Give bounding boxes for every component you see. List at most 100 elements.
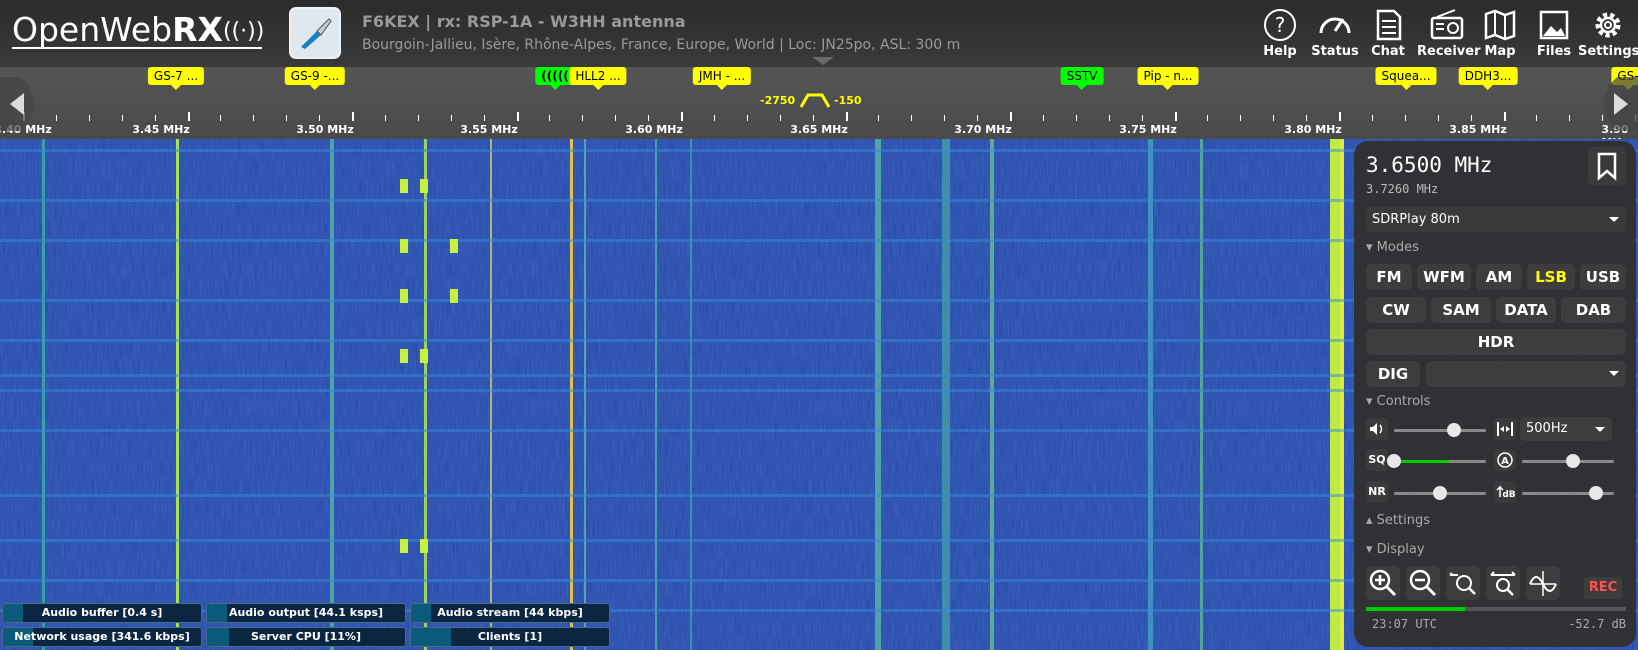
signal-level-db: -52.7 dB — [1568, 617, 1626, 631]
settings-section-header[interactable]: ▴ Settings — [1366, 513, 1430, 528]
gauge-icon — [1319, 17, 1351, 34]
zoom-fit-button[interactable] — [1446, 566, 1480, 600]
volume-knob[interactable] — [1446, 423, 1461, 437]
squelch-knob[interactable] — [1387, 454, 1401, 468]
scale-tick — [286, 115, 288, 121]
bookmark-gs7[interactable]: GS-7 ... — [147, 67, 205, 90]
scale-tick — [1503, 112, 1506, 121]
signal-streak — [942, 139, 950, 650]
agc-button[interactable]: A — [1494, 449, 1516, 471]
display-section-header[interactable]: ▾ Display — [1366, 542, 1425, 557]
bookmark-gs9[interactable]: GS-9 -... — [284, 67, 346, 90]
nav-map-button[interactable]: Map — [1470, 4, 1530, 64]
gain-knob[interactable] — [1588, 486, 1603, 500]
mode-fm-button[interactable]: FM — [1366, 264, 1412, 290]
agc-knob[interactable] — [1565, 454, 1580, 468]
freq-label: 3.75 MHz — [1119, 123, 1177, 136]
bookmark-pip[interactable]: Pip - n... — [1137, 67, 1199, 90]
bandwidth-icon-button[interactable] — [1494, 418, 1516, 440]
add-bookmark-button[interactable] — [1588, 147, 1626, 185]
zoom-in-button[interactable] — [1366, 566, 1400, 600]
scale-tick — [648, 115, 650, 121]
signal-meter — [1366, 607, 1626, 611]
mode-cw-button[interactable]: CW — [1366, 297, 1426, 323]
nav-settings-label: Settings — [1578, 44, 1638, 59]
mode-usb-button[interactable]: USB — [1580, 264, 1626, 290]
noise-reduction-button[interactable]: NR — [1366, 481, 1388, 503]
volume-slider[interactable] — [1394, 423, 1486, 437]
scale-tick — [1042, 115, 1044, 121]
modes-section-header[interactable]: ▾ Modes — [1366, 240, 1419, 255]
signal-level — [1366, 607, 1465, 611]
receiver-description: Bourgoin-Jallieu, Isère, Rhône-Alpes, Fr… — [362, 37, 961, 53]
audio-output-label: Audio output [44.1 ksps] — [228, 606, 384, 619]
scale-tick — [944, 115, 946, 121]
filter-width-select[interactable]: 500Hz — [1520, 417, 1612, 441]
mode-sam-button[interactable]: SAM — [1431, 297, 1491, 323]
bookmark-sstv[interactable]: SSTV — [1060, 67, 1104, 90]
controls-section-header[interactable]: ▾ Controls — [1366, 394, 1430, 409]
scroll-left-icon[interactable] — [0, 77, 40, 131]
bookmark-squeaky[interactable]: Squea... — [1375, 67, 1437, 90]
logo-underline — [12, 47, 262, 49]
nav-files-button[interactable]: Files — [1524, 4, 1584, 64]
nav-chat-button[interactable]: Chat — [1358, 4, 1418, 64]
nav-map-label: Map — [1484, 44, 1516, 59]
nav-settings-button[interactable]: Settings — [1578, 4, 1638, 64]
mute-button[interactable] — [1366, 418, 1388, 440]
scale-tick — [1536, 115, 1538, 121]
mode-hdr-button[interactable]: HDR — [1366, 329, 1626, 355]
signal-burst — [450, 239, 458, 253]
profile-select[interactable]: SDRPlay 80m — [1366, 207, 1626, 232]
mode-lsb-button[interactable]: LSB — [1527, 264, 1575, 290]
freq-label: 3.45 MHz — [132, 123, 190, 136]
freq-label: 3.60 MHz — [625, 123, 683, 136]
mode-dig-button[interactable]: DIG — [1366, 361, 1420, 387]
squelch-auto-button[interactable]: SQ — [1366, 449, 1388, 471]
signal-streak — [570, 139, 573, 650]
scale-tick — [516, 112, 519, 121]
nav-help-button[interactable]: ? Help — [1250, 4, 1310, 64]
record-button[interactable]: REC — [1584, 577, 1622, 599]
mode-am-button[interactable]: AM — [1476, 264, 1522, 290]
logo-text-light: OpenWeb — [12, 10, 173, 49]
mode-wfm-button[interactable]: WFM — [1417, 264, 1471, 290]
digital-mode-select[interactable] — [1426, 361, 1626, 387]
agc-slider[interactable] — [1522, 454, 1614, 468]
audio-buffer-label: Audio buffer [0.4 s] — [41, 606, 163, 619]
utc-clock: 23:07 UTC — [1372, 617, 1438, 631]
scroll-right-icon[interactable] — [1598, 77, 1638, 131]
bandwidth-icon — [1497, 422, 1513, 436]
signal-streak — [176, 139, 179, 650]
spectrum-toggle-button[interactable] — [1526, 566, 1560, 600]
mode-data-button[interactable]: DATA — [1496, 297, 1556, 323]
filter-width-value: 500Hz — [1526, 421, 1568, 436]
zoom-reset-button[interactable] — [1486, 566, 1520, 600]
passband-marker[interactable] — [800, 92, 830, 108]
noise-reduction-knob[interactable] — [1433, 486, 1447, 500]
collapse-header-icon[interactable] — [812, 57, 834, 65]
help-icon: ? — [1264, 9, 1296, 41]
signal-streak — [690, 139, 692, 650]
gain-button[interactable]: dB — [1494, 481, 1516, 503]
mode-dab-button[interactable]: DAB — [1561, 297, 1626, 323]
audio-output-meter: Audio output [44.1 ksps] — [206, 603, 406, 623]
openwebrx-logo[interactable]: OpenWebRX((·)) — [12, 10, 264, 49]
bookmark-hll2[interactable]: HLL2 ... — [569, 67, 627, 90]
scale-tick — [1306, 115, 1308, 121]
bookmark-ddh3[interactable]: DDH3... — [1458, 67, 1518, 90]
nav-status-button[interactable]: Status — [1305, 4, 1365, 64]
bookmark-jmh[interactable]: JMH - ... — [692, 67, 752, 90]
gain-slider[interactable] — [1522, 486, 1614, 500]
frequency-display[interactable]: 3.6500 MHz — [1366, 153, 1492, 177]
bookmark-icon — [1597, 152, 1617, 181]
zoom-out-button[interactable] — [1406, 566, 1440, 600]
noise-reduction-slider[interactable] — [1394, 486, 1486, 500]
scale-tick — [746, 115, 748, 121]
squelch-slider[interactable] — [1387, 454, 1486, 468]
signal-streak — [1340, 139, 1344, 650]
nav-receiver-button[interactable]: Receiver — [1417, 4, 1481, 64]
receiver-avatar[interactable] — [289, 7, 341, 59]
signal-streak — [490, 139, 492, 650]
frequency-scale[interactable]: GS-7 ... GS-9 -... ((((( HLL2 ... JMH - … — [0, 67, 1638, 149]
